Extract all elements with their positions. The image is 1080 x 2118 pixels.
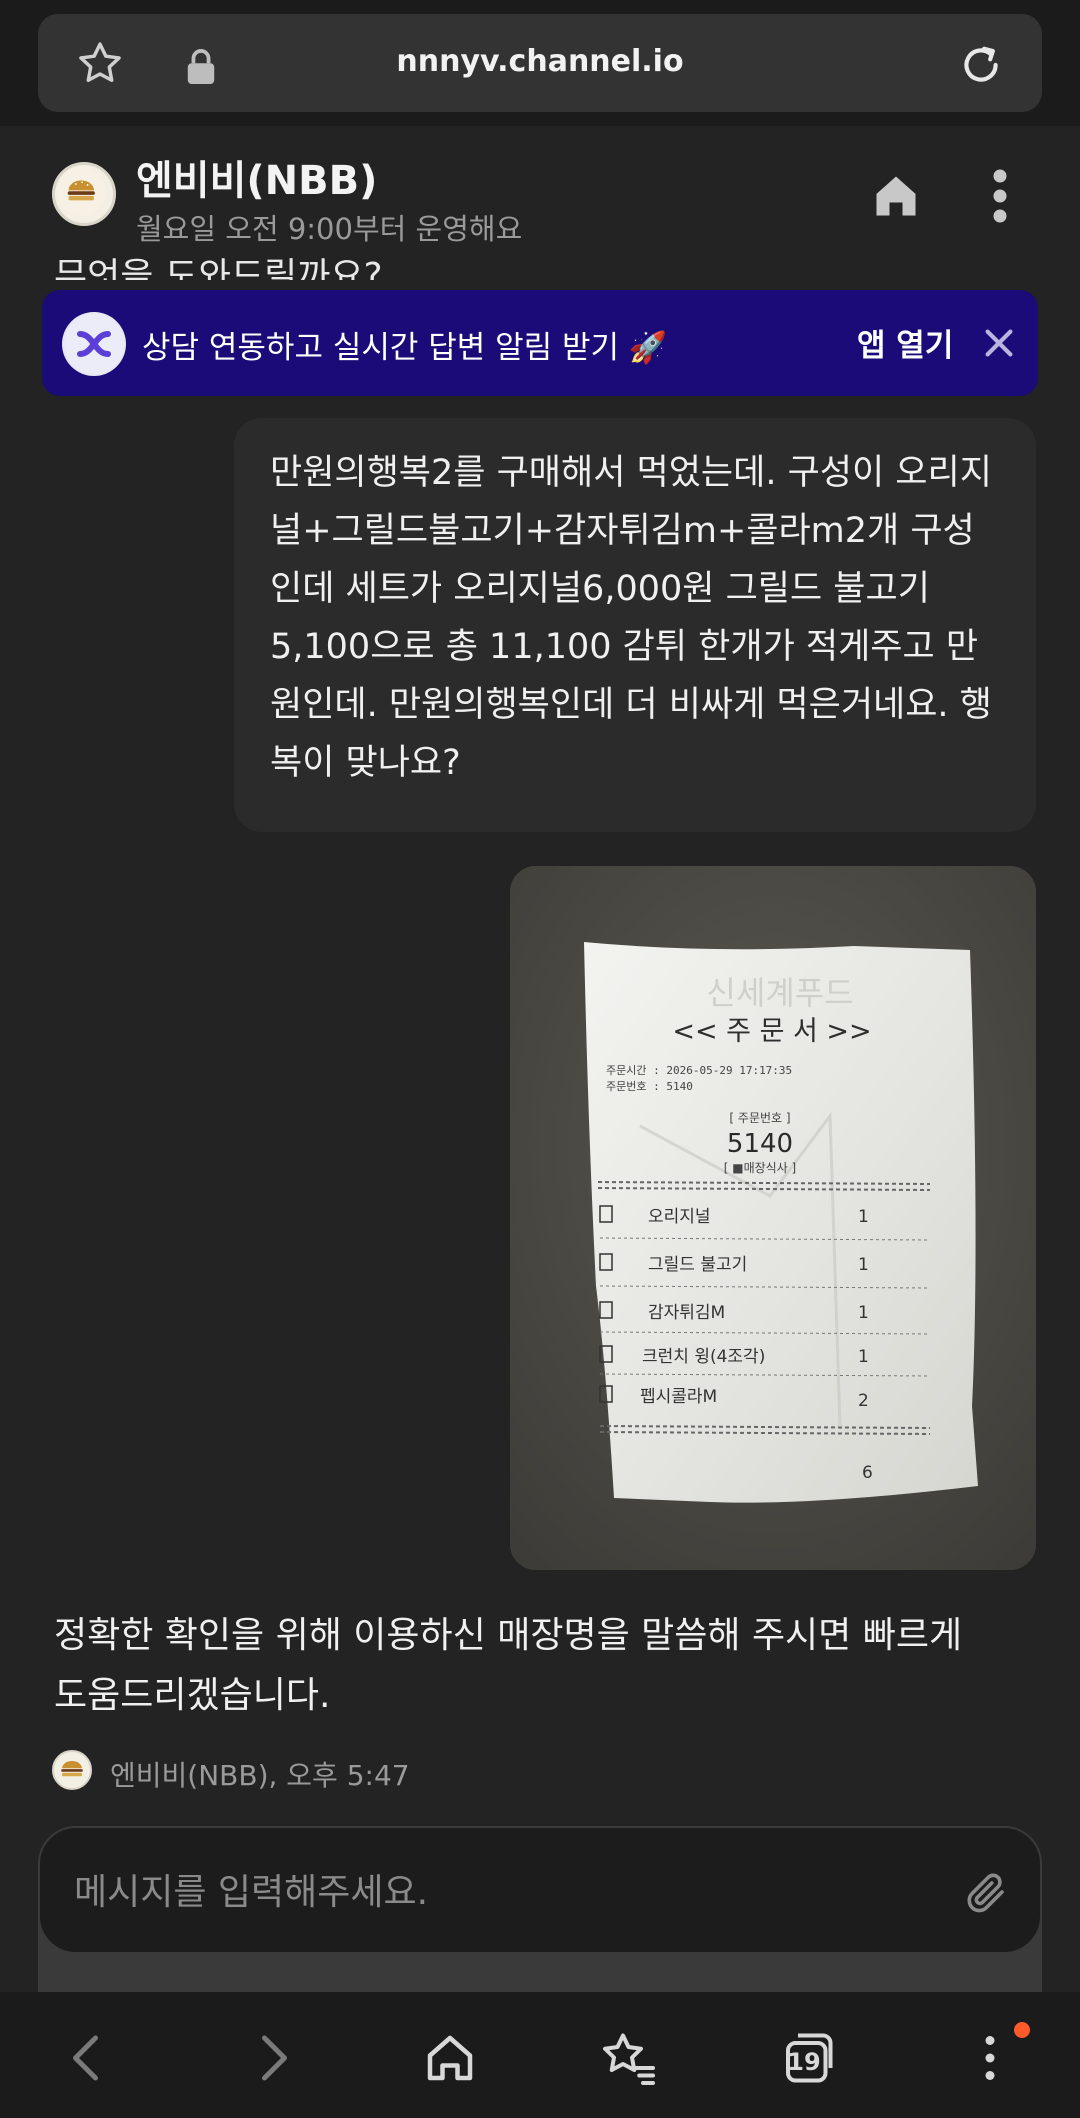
browser-bottom-nav: 19 xyxy=(0,1992,1080,2118)
receipt-watermark: 신세계푸드 xyxy=(706,974,853,1012)
more-options-icon[interactable] xyxy=(980,166,1020,226)
user-message-bubble: 만원의행복2를 구매해서 먹었는데. 구성이 오리지널+그릴드불고기+감자튀김m… xyxy=(234,418,1036,832)
receipt-image-attachment[interactable]: 신세계푸드 << 주 문 서 >> 주문시간 : 2026-05-29 17:1… xyxy=(510,866,1036,1570)
receipt-order-time: 주문시간 : 2026-05-29 17:17:35 xyxy=(606,1064,792,1077)
bookmarks-icon[interactable] xyxy=(598,2028,658,2088)
message-composer[interactable] xyxy=(38,1826,1042,1954)
receipt-title: << 주 문 서 >> xyxy=(672,1016,871,1047)
svg-text:크런치 윙(4조각): 크런치 윙(4조각) xyxy=(642,1347,765,1367)
attachment-clip-icon[interactable] xyxy=(962,1868,1010,1918)
address-bar[interactable]: nnnyv.channel.io xyxy=(38,14,1042,112)
browser-toolbar: nnnyv.channel.io xyxy=(0,0,1080,126)
receipt-order-no: 5140 xyxy=(727,1129,793,1159)
receipt-photo: 신세계푸드 << 주 문 서 >> 주문시간 : 2026-05-29 17:1… xyxy=(510,866,1036,1570)
burger-logo-icon xyxy=(56,166,106,216)
svg-text:1: 1 xyxy=(858,1347,869,1367)
svg-text:1: 1 xyxy=(858,1255,869,1275)
svg-text:감자튀김M: 감자튀김M xyxy=(648,1303,725,1323)
reload-icon[interactable] xyxy=(956,40,1006,90)
receipt-order-no-label: [ 주문번호 ] xyxy=(729,1111,790,1125)
home-icon[interactable] xyxy=(870,170,922,222)
bot-message-text: 정확한 확인을 위해 이용하신 매장명을 말씀해 주시면 빠르게 도움드리겠습니… xyxy=(54,1615,963,1716)
sender-timestamp: 엔비비(NBB), 오후 5:47 xyxy=(110,1759,410,1792)
svg-text:오리지널: 오리지널 xyxy=(648,1207,711,1227)
svg-text:1: 1 xyxy=(858,1207,869,1227)
channel-hours: 월요일 오전 9:00부터 운영해요 xyxy=(136,212,523,246)
notification-dot xyxy=(1014,2022,1030,2038)
open-app-button[interactable]: 앱 열기 xyxy=(857,320,953,365)
banner-text: 상담 연동하고 실시간 답변 알림 받기 🚀 xyxy=(142,330,668,366)
svg-text:1: 1 xyxy=(858,1303,869,1323)
bot-avatar xyxy=(52,1750,92,1790)
svg-text:2: 2 xyxy=(858,1391,869,1411)
menu-dots-icon[interactable] xyxy=(960,2028,1020,2088)
receipt-total-qty: 6 xyxy=(862,1463,873,1483)
forward-arrow-icon[interactable] xyxy=(242,2028,302,2088)
close-icon[interactable] xyxy=(980,324,1018,362)
channel-name: 엔비비(NBB) xyxy=(136,158,378,204)
message-input[interactable] xyxy=(74,1864,934,1920)
channel-talk-logo-icon xyxy=(62,312,126,376)
browser-home-icon[interactable] xyxy=(420,2028,480,2088)
receipt-dine-type: [ ■매장식사 ] xyxy=(724,1161,797,1175)
receipt-order-no-line: 주문번호 : 5140 xyxy=(606,1080,693,1093)
previous-message-fragment: 무엇을 도와드릴까요? xyxy=(54,256,383,280)
app-promo-banner[interactable]: 상담 연동하고 실시간 답변 알림 받기 🚀 앱 열기 xyxy=(42,290,1038,396)
svg-text:그릴드 불고기: 그릴드 불고기 xyxy=(648,1255,747,1275)
user-message-text: 만원의행복2를 구매해서 먹었는데. 구성이 오리지널+그릴드불고기+감자튀김m… xyxy=(270,453,992,783)
svg-text:펩시콜라M: 펩시콜라M xyxy=(640,1387,717,1407)
tab-count: 19 xyxy=(787,2048,821,2076)
url-text[interactable]: nnnyv.channel.io xyxy=(38,44,1042,79)
chat-page: nnnyv.channel.io 엔비비(NBB) 월요일 오전 9:00부터 … xyxy=(0,0,1080,2118)
tabs-button[interactable]: 19 xyxy=(778,2028,838,2088)
back-arrow-icon[interactable] xyxy=(58,2028,118,2088)
channel-avatar xyxy=(52,162,116,226)
